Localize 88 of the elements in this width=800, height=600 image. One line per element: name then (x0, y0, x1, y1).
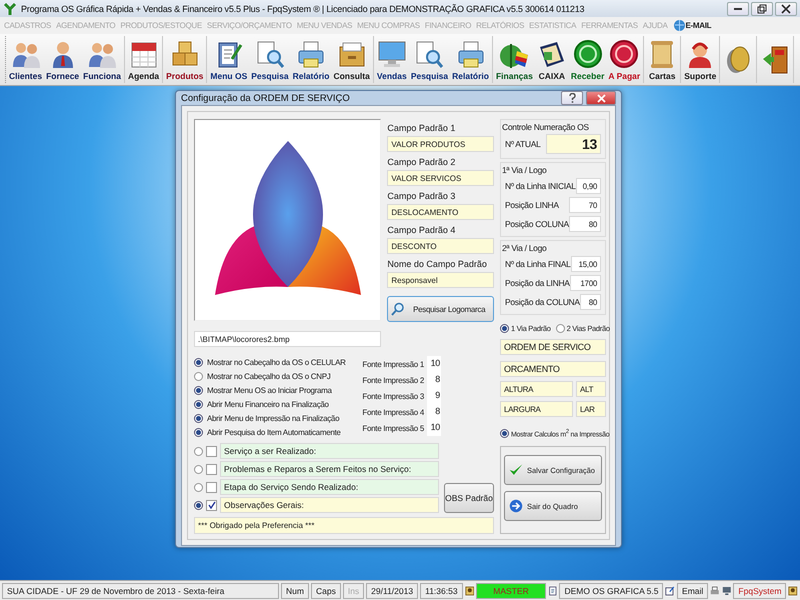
text-field[interactable]: DESLOCAMENTO (387, 204, 494, 220)
font-label: Fonte Impressão 3 (362, 392, 424, 400)
option-label: Abrir Pesquisa do Item Automaticamente (207, 428, 341, 437)
toolbar-button[interactable]: Suporte (682, 36, 718, 83)
logo-path-field[interactable]: .\BITMAP\locorores2.bmp (194, 331, 382, 347)
toolbar-button[interactable]: Relatório (290, 36, 332, 83)
toolbar-button[interactable]: Finanças (494, 36, 535, 83)
toolbar-button[interactable]: Funciona (81, 36, 123, 83)
field-label: Campo Padrão 3 (387, 191, 456, 201)
text-field[interactable]: ALT (576, 381, 606, 397)
field-label: Campo Padrão 1 (387, 123, 456, 133)
field-label: Nome do Campo Padrão (387, 259, 488, 269)
text-field[interactable]: ORDEM DE SERVICO (500, 339, 606, 355)
font-size-field[interactable]: 10 (427, 420, 441, 436)
option-label: Abrir Menu de Impressão na Finalização (207, 414, 340, 423)
field-label: Posição LINHA (505, 200, 559, 210)
toolbar-button[interactable]: Menu OS (208, 36, 250, 83)
option-label: Mostrar no Cabeçalho da OS o CNPJ (207, 372, 330, 381)
number-field[interactable]: 70 (569, 196, 601, 212)
toolbar-button[interactable]: Vendas (374, 36, 409, 83)
font-label: Fonte Impressão 1 (362, 360, 424, 368)
toolbar-button[interactable]: Consulta (331, 36, 372, 83)
key-indicator: Ins (342, 582, 364, 598)
section-field[interactable]: Problemas e Reparos a Serem Feitos no Serviço: (220, 461, 439, 477)
toolbar-button[interactable]: Produtos (164, 36, 206, 83)
field-label: Nº ATUAL (505, 139, 541, 149)
window-title: Programa OS Gráfica Rápida + Vendas & Financeiro v5.5 Plus - FpqSystem ® | Licenciado para DEMONSTRAÇÃO GRAFICA v5.5 300614 011213 (21, 4, 584, 14)
status-date: 29/11/2013 (366, 582, 418, 598)
toolbar-button[interactable]: A Pagar (606, 36, 642, 83)
section-field[interactable]: Etapa do Serviço Sendo Realizado: (220, 479, 439, 495)
toolbar-button[interactable]: Cartas (645, 36, 680, 83)
footer-message-field[interactable]: *** Obrigado pela Preferencia *** (194, 517, 494, 534)
number-field[interactable]: 80 (580, 294, 601, 310)
field-label: Campo Padrão 4 (387, 225, 456, 235)
status-email: Email (677, 582, 708, 598)
font-size-field[interactable]: 10 (427, 356, 441, 372)
number-field[interactable]: 0,90 (576, 178, 601, 194)
font-size-field[interactable]: 9 (427, 388, 441, 404)
obs-default-button[interactable]: OBS Padrão (444, 483, 494, 513)
font-label: Fonte Impressão 4 (362, 408, 424, 416)
field-label: Nº da Linha FINAL (505, 258, 571, 268)
key-indicator: Caps (310, 582, 341, 598)
field-label: Posição COLUNA (505, 218, 569, 228)
text-field[interactable]: VALOR SERVICOS (387, 170, 494, 186)
toolbar-button[interactable]: Agenda (126, 36, 162, 83)
user-status: MASTER (476, 582, 546, 598)
text-field[interactable]: Responsavel (387, 272, 494, 288)
text-field[interactable]: ORCAMENTO (500, 361, 606, 377)
section-field[interactable]: Serviço a ser Realizado: (220, 443, 439, 459)
key-indicator: Num (281, 582, 309, 598)
text-field[interactable]: DESCONTO (387, 238, 494, 254)
text-field[interactable]: LARGURA (500, 401, 573, 417)
option-label: Mostrar Menu OS ao Iniciar Programa (207, 386, 332, 395)
font-label: Fonte Impressão 2 (362, 376, 424, 384)
status-brand: FpqSystem (733, 582, 786, 598)
status-time: 11:36:53 (420, 582, 463, 598)
toolbar-button[interactable]: Clientes (7, 36, 44, 83)
current-number-field[interactable]: 13 (546, 134, 601, 154)
status-company: DEMO OS GRAFICA 5.5 (559, 582, 664, 598)
number-field[interactable]: 80 (569, 216, 601, 232)
group-title: Controle Numeração OS (502, 122, 590, 132)
font-label: Fonte Impressão 5 (362, 424, 424, 432)
group-title: 2ª Via / Logo (502, 243, 548, 253)
field-label: Nº da Linha INICIAL (505, 180, 576, 190)
field-label: Campo Padrão 2 (387, 157, 456, 167)
section-field[interactable]: Observações Gerais: (220, 497, 439, 513)
toolbar-button[interactable]: Fornece (44, 36, 82, 83)
dialog-title: Configuração da ORDEM DE SERVIÇO (181, 92, 350, 104)
text-field[interactable]: VALOR PRODUTOS (387, 136, 494, 152)
menu-item[interactable]: E-MAIL (686, 21, 712, 30)
text-field[interactable]: LAR (576, 401, 606, 417)
option-label: Abrir Menu Financeiro na Finalização (207, 400, 329, 409)
field-label: Posição da COLUNA (505, 296, 580, 306)
font-size-field[interactable]: 8 (427, 404, 441, 420)
toolbar-button[interactable]: Relatório (450, 36, 491, 83)
option-label: Mostrar no Cabeçalho da OS o CELULAR (207, 358, 346, 367)
status-location: SUA CIDADE - UF 29 de Novembro de 2013 - Sexta-feira (2, 582, 280, 598)
group-title: 1ª Via / Logo (502, 165, 548, 175)
number-field[interactable]: 15,00 (570, 256, 601, 272)
toolbar-button[interactable]: CAIXA (534, 36, 569, 83)
number-field[interactable]: 1700 (570, 274, 601, 290)
toolbar-button[interactable]: Pesquisa (249, 36, 291, 83)
text-field[interactable]: ALTURA (500, 381, 573, 397)
field-label: Posição da LINHA (505, 278, 570, 288)
toolbar-button[interactable]: Receber (568, 36, 606, 83)
toolbar-button[interactable]: Pesquisa (408, 36, 450, 83)
search-logo-button[interactable]: Pesquisar Logomarca (387, 296, 494, 322)
font-size-field[interactable]: 8 (427, 372, 441, 388)
